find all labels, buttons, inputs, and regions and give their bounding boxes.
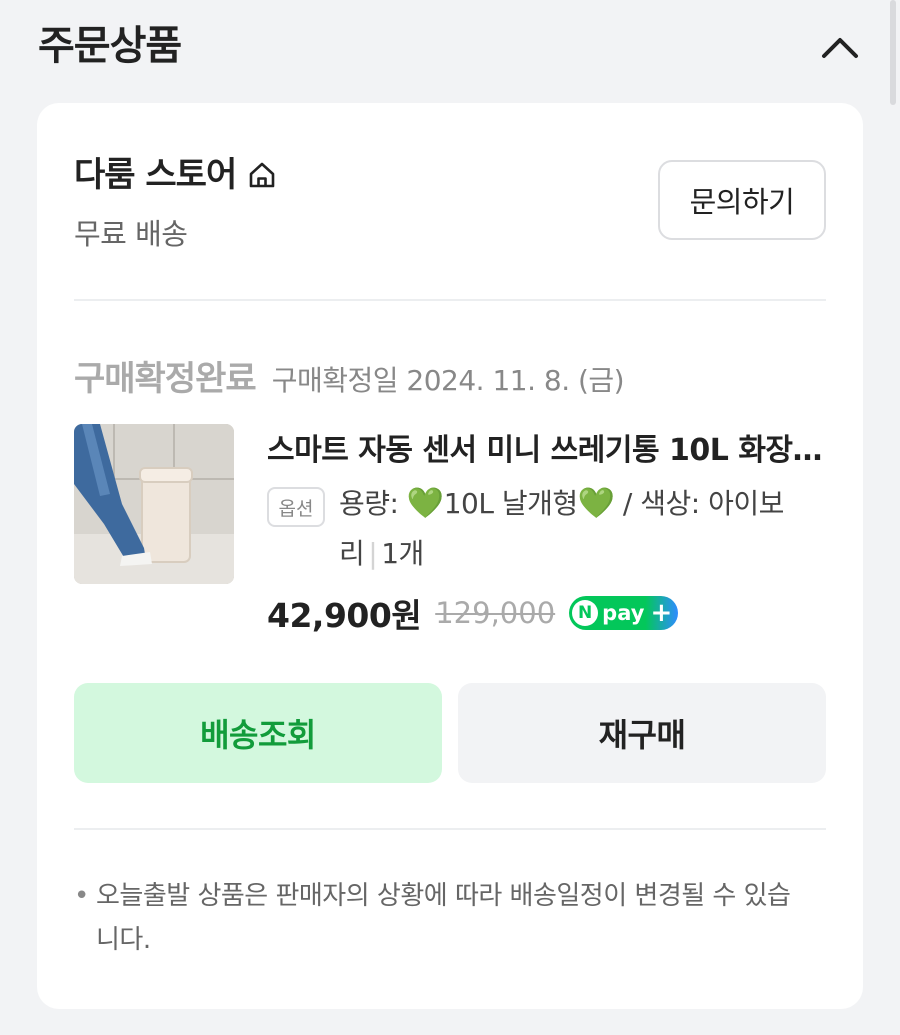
option-badge: 옵션 (267, 487, 325, 527)
product-title[interactable]: 스마트 자동 센서 미니 쓰레기통 10L 화장실 주방 분리수거 휴지통 (267, 424, 827, 478)
divider (74, 299, 826, 301)
original-price: 129,000 (435, 596, 556, 630)
shipping-notice: • 오늘출발 상품은 판매자의 상황에 따라 배송일정이 변경될 수 있습니다. (74, 874, 813, 962)
track-delivery-button[interactable]: 배송조회 (74, 683, 442, 783)
chevron-up-icon[interactable] (816, 26, 864, 70)
order-status: 구매확정완료 (74, 359, 257, 399)
sale-price: 42,900원 (267, 596, 422, 635)
npay-plus-badge: N pay + (569, 596, 679, 630)
shipping-info: 무료 배송 (74, 217, 188, 251)
action-buttons: 배송조회 재구매 (74, 683, 826, 783)
product-option: 용량: 💚10L 날개형💚 / 색상: 아이보리 | 1개 (339, 479, 829, 579)
section-title: 주문상품 (38, 23, 182, 69)
npay-label: pay (602, 601, 645, 625)
notice-text: 오늘출발 상품은 판매자의 상황에 따라 배송일정이 변경될 수 있습니다. (96, 881, 791, 955)
section-header: 주문상품 (38, 18, 870, 78)
green-heart-icon: 💚 (577, 486, 615, 521)
price-row: 42,900원 129,000 N pay + (267, 589, 679, 637)
quantity: 1개 (381, 537, 424, 570)
naver-n-icon: N (572, 600, 599, 626)
store-name[interactable]: 다룸 스토어 (74, 151, 237, 199)
scrollbar[interactable] (890, 0, 896, 105)
quantity-divider: | (368, 537, 378, 570)
green-heart-icon: 💚 (406, 486, 444, 521)
home-icon[interactable] (246, 159, 278, 191)
option-capacity-value: 10L 날개형 (443, 487, 578, 520)
product-thumbnail[interactable] (74, 424, 234, 584)
inquiry-button[interactable]: 문의하기 (658, 160, 826, 240)
confirm-date: 구매확정일 2024. 11. 8. (금) (271, 364, 625, 397)
store-row: 다룸 스토어 무료 배송 문의하기 (74, 151, 826, 251)
divider (74, 828, 826, 830)
plus-icon: + (650, 598, 673, 628)
rebuy-button[interactable]: 재구매 (458, 683, 826, 783)
order-status-row: 구매확정완료 구매확정일 2024. 11. 8. (금) (74, 351, 826, 400)
bullet: • (74, 881, 89, 911)
option-capacity-label: 용량: (339, 487, 407, 520)
store-link[interactable]: 다룸 스토어 (74, 151, 278, 199)
order-item-card: 다룸 스토어 무료 배송 문의하기 구매확정완료 구매확정일 2024. 11.… (37, 103, 863, 1009)
product-item: 스마트 자동 센서 미니 쓰레기통 10L 화장실 주방 분리수거 휴지통 옵션… (74, 424, 829, 635)
